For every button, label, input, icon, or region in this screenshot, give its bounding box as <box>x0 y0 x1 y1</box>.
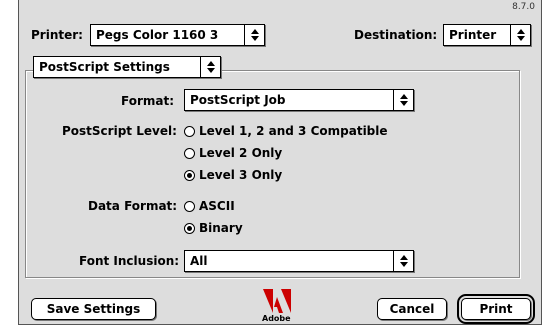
data-format-label: Data Format: <box>88 199 178 213</box>
radio-button-selected-icon <box>184 222 195 234</box>
print-button[interactable]: Print <box>457 294 535 324</box>
radio-button-icon <box>184 200 195 212</box>
font-inclusion-value: All <box>190 254 208 268</box>
cancel-button[interactable]: Cancel <box>377 298 447 320</box>
radio-label: Binary <box>199 221 243 235</box>
version-label: 8.7.0 <box>512 2 535 12</box>
printer-label: Printer: <box>31 28 83 42</box>
destination-label: Destination: <box>354 28 438 42</box>
radio-label: Level 1, 2 and 3 Compatible <box>199 124 388 138</box>
updown-arrows-icon <box>393 90 413 110</box>
radio-button-icon <box>184 125 195 137</box>
format-label: Format: <box>121 94 175 108</box>
format-popup[interactable]: PostScript Job <box>184 89 414 111</box>
updown-arrows-icon <box>200 57 220 77</box>
font-inclusion-popup[interactable]: All <box>184 250 414 272</box>
panel-value: PostScript Settings <box>39 60 170 74</box>
updown-arrows-icon <box>244 25 264 45</box>
save-settings-button[interactable]: Save Settings <box>31 298 156 320</box>
destination-popup[interactable]: Printer <box>443 24 531 46</box>
font-inclusion-label: Font Inclusion: <box>79 254 180 268</box>
radio-button-icon <box>184 147 195 159</box>
updown-arrows-icon <box>393 251 413 271</box>
radio-ascii[interactable]: ASCII <box>184 199 235 213</box>
printer-value: Pegs Color 1160 3 <box>96 28 219 42</box>
radio-button-selected-icon <box>184 169 195 181</box>
postscript-level-label: PostScript Level: <box>62 124 177 138</box>
radio-label: Level 2 Only <box>199 146 283 160</box>
destination-value: Printer <box>449 28 497 42</box>
panel-popup[interactable]: PostScript Settings <box>33 56 221 78</box>
radio-level-2-only[interactable]: Level 2 Only <box>184 146 282 160</box>
radio-label: Level 3 Only <box>199 168 283 182</box>
format-value: PostScript Job <box>190 93 286 107</box>
radio-level-compatible[interactable]: Level 1, 2 and 3 Compatible <box>184 124 388 138</box>
adobe-logo-text: Adobe <box>262 314 291 323</box>
radio-label: ASCII <box>199 199 235 213</box>
radio-level-3-only[interactable]: Level 3 Only <box>184 168 282 182</box>
adobe-logo-icon: Adobe <box>260 289 296 325</box>
printer-popup[interactable]: Pegs Color 1160 3 <box>90 24 265 46</box>
radio-binary[interactable]: Binary <box>184 221 243 235</box>
updown-arrows-icon <box>510 25 530 45</box>
